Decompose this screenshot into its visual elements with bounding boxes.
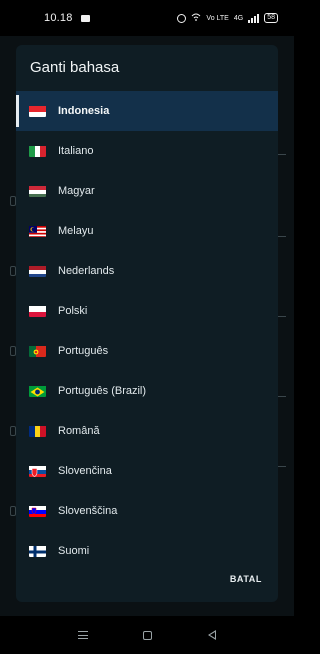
battery-icon: 58 bbox=[264, 13, 278, 23]
language-label: Italiano bbox=[58, 145, 94, 157]
language-label: Português (Brazil) bbox=[58, 385, 147, 397]
dialog-title: Ganti bahasa bbox=[30, 59, 120, 76]
flag-romania-icon bbox=[29, 425, 46, 437]
language-item[interactable]: Italiano bbox=[16, 131, 278, 171]
network-type-label: 4G bbox=[233, 14, 244, 22]
language-item[interactable]: Nederlands bbox=[16, 251, 278, 291]
status-time: 10.18 bbox=[44, 12, 73, 24]
flag-slovenia-icon bbox=[29, 505, 46, 517]
flag-slovakia-icon bbox=[29, 465, 46, 477]
language-label: Melayu bbox=[58, 225, 94, 237]
flag-netherlands-icon bbox=[29, 265, 46, 277]
language-item[interactable]: Português bbox=[16, 331, 278, 371]
status-bar: 10.18 Vo LTE 4G 58 bbox=[0, 0, 294, 36]
flag-hungary-icon bbox=[29, 185, 46, 197]
language-item[interactable]: Slovenščina bbox=[16, 491, 278, 531]
language-label: Polski bbox=[58, 305, 88, 317]
language-label: Română bbox=[58, 425, 100, 437]
wifi-icon bbox=[191, 13, 201, 23]
language-label: Magyar bbox=[58, 185, 95, 197]
flag-poland-icon bbox=[29, 305, 46, 317]
flag-italy-icon bbox=[29, 145, 46, 157]
volte-label: Vo LTE bbox=[206, 14, 229, 22]
home-icon[interactable] bbox=[143, 630, 153, 640]
language-item[interactable]: Suomi bbox=[16, 531, 278, 571]
language-item[interactable]: Português (Brazil) bbox=[16, 371, 278, 411]
recents-icon[interactable] bbox=[77, 631, 88, 639]
flag-portugal-icon bbox=[29, 345, 46, 357]
back-icon[interactable] bbox=[208, 630, 217, 640]
language-label: Português bbox=[58, 345, 109, 357]
language-label: Indonesia bbox=[58, 105, 110, 117]
selected-indicator bbox=[16, 95, 19, 127]
flag-indonesia-icon bbox=[29, 105, 46, 117]
message-icon bbox=[80, 14, 90, 22]
language-label: Slovenščina bbox=[58, 505, 118, 517]
language-label: Suomi bbox=[58, 545, 90, 557]
language-item[interactable]: Magyar bbox=[16, 171, 278, 211]
system-nav-bar bbox=[0, 616, 294, 654]
language-dialog: Ganti bahasa Indonesia Italiano Magyar Mela… bbox=[16, 45, 278, 602]
language-item[interactable]: Slovenčina bbox=[16, 451, 278, 491]
language-list[interactable]: Indonesia Italiano Magyar Melayu Nederlands P… bbox=[16, 91, 278, 602]
language-item[interactable]: Română bbox=[16, 411, 278, 451]
language-label: Nederlands bbox=[58, 265, 115, 277]
language-label: Slovenčina bbox=[58, 465, 112, 477]
alarm-icon bbox=[177, 13, 187, 23]
status-icons: Vo LTE 4G 58 bbox=[177, 13, 278, 23]
language-item[interactable]: Indonesia bbox=[16, 91, 278, 131]
language-item[interactable]: Melayu bbox=[16, 211, 278, 251]
language-item[interactable]: Polski bbox=[16, 291, 278, 331]
flag-malaysia-icon bbox=[29, 225, 46, 237]
flag-finland-icon bbox=[29, 545, 46, 557]
cancel-button[interactable]: BATAL bbox=[230, 574, 262, 584]
flag-brazil-icon bbox=[29, 385, 46, 397]
signal-icon bbox=[248, 13, 260, 23]
